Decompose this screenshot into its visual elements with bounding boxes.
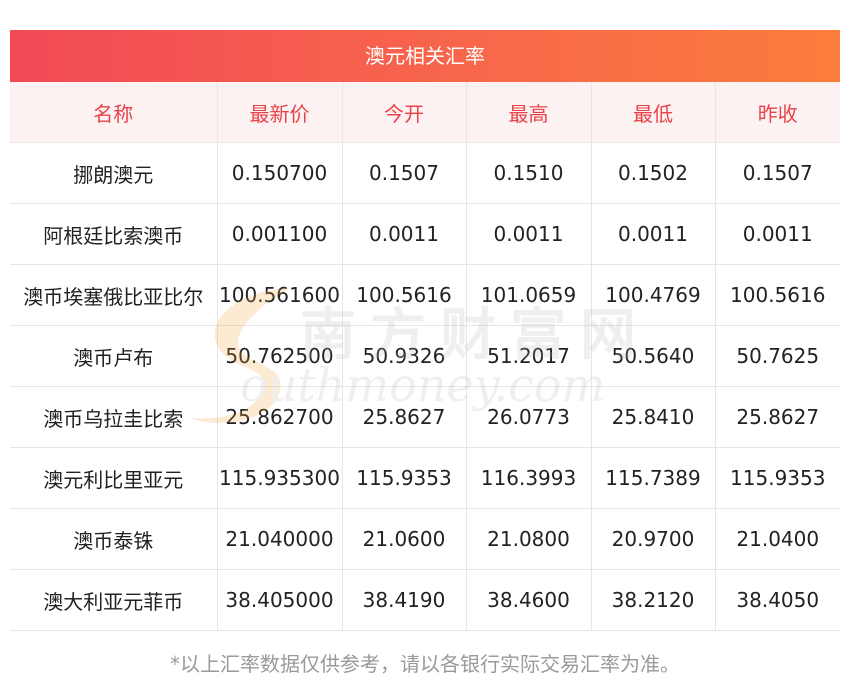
prev-close-value: 50.7625 [715, 325, 840, 387]
prev-close-value: 0.1507 [715, 142, 840, 204]
prev-close-value: 115.9353 [715, 447, 840, 509]
open-value: 38.4190 [342, 569, 467, 631]
table-header-row: 名称 最新价 今开 最高 最低 昨收 [10, 82, 840, 143]
low-value: 25.8410 [591, 386, 716, 448]
currency-pair-name: 澳币乌拉圭比索 [10, 386, 218, 448]
latest-value: 100.561600 [217, 264, 343, 326]
high-value: 26.0773 [466, 386, 592, 448]
open-value: 0.1507 [342, 142, 467, 204]
table-row: 澳币埃塞俄比亚比尔 100.561600 100.5616 101.0659 1… [10, 264, 840, 326]
low-value: 0.0011 [591, 203, 716, 265]
prev-close-value: 100.5616 [715, 264, 840, 326]
open-value: 25.8627 [342, 386, 467, 448]
table-row: 澳币泰铢 21.040000 21.0600 21.0800 20.9700 2… [10, 508, 840, 570]
low-value: 115.7389 [591, 447, 716, 509]
latest-value: 21.040000 [217, 508, 343, 570]
prev-close-value: 0.0011 [715, 203, 840, 265]
low-value: 100.4769 [591, 264, 716, 326]
table-row: 阿根廷比索澳币 0.001100 0.0011 0.0011 0.0011 0.… [10, 203, 840, 265]
high-value: 51.2017 [466, 325, 592, 387]
table-row: 挪朗澳元 0.150700 0.1507 0.1510 0.1502 0.150… [10, 142, 840, 204]
column-header-open: 今开 [342, 82, 467, 143]
rate-table-container: 澳元相关汇率 名称 最新价 今开 最高 最低 昨收 挪朗澳元 0.150700 [10, 30, 840, 631]
latest-value: 25.862700 [217, 386, 343, 448]
column-header-latest: 最新价 [217, 82, 343, 143]
latest-value: 38.405000 [217, 569, 343, 631]
prev-close-value: 38.4050 [715, 569, 840, 631]
high-value: 0.0011 [466, 203, 592, 265]
currency-pair-name: 澳大利亚元菲币 [10, 569, 218, 631]
exchange-rate-table: 名称 最新价 今开 最高 最低 昨收 挪朗澳元 0.150700 0.1507 … [10, 82, 840, 631]
open-value: 0.0011 [342, 203, 467, 265]
latest-value: 0.150700 [217, 142, 343, 204]
low-value: 50.5640 [591, 325, 716, 387]
low-value: 38.2120 [591, 569, 716, 631]
column-header-prev-close: 昨收 [715, 82, 840, 143]
latest-value: 50.762500 [217, 325, 343, 387]
high-value: 0.1510 [466, 142, 592, 204]
currency-pair-name: 澳币泰铢 [10, 508, 218, 570]
disclaimer-footnote: *以上汇率数据仅供参考，请以各银行实际交易汇率为准。 [170, 652, 680, 676]
low-value: 20.9700 [591, 508, 716, 570]
table-row: 澳币乌拉圭比索 25.862700 25.8627 26.0773 25.841… [10, 386, 840, 448]
open-value: 50.9326 [342, 325, 467, 387]
table-row: 澳元利比里亚元 115.935300 115.9353 116.3993 115… [10, 447, 840, 509]
prev-close-value: 25.8627 [715, 386, 840, 448]
currency-pair-name: 澳元利比里亚元 [10, 447, 218, 509]
latest-value: 115.935300 [217, 447, 343, 509]
low-value: 0.1502 [591, 142, 716, 204]
open-value: 21.0600 [342, 508, 467, 570]
column-header-name: 名称 [10, 82, 218, 143]
open-value: 115.9353 [342, 447, 467, 509]
open-value: 100.5616 [342, 264, 467, 326]
currency-pair-name: 阿根廷比索澳币 [10, 203, 218, 265]
table-row: 澳币卢布 50.762500 50.9326 51.2017 50.5640 5… [10, 325, 840, 387]
currency-pair-name: 挪朗澳元 [10, 142, 218, 204]
prev-close-value: 21.0400 [715, 508, 840, 570]
table-row: 澳大利亚元菲币 38.405000 38.4190 38.4600 38.212… [10, 569, 840, 631]
high-value: 38.4600 [466, 569, 592, 631]
latest-value: 0.001100 [217, 203, 343, 265]
table-title: 澳元相关汇率 [10, 30, 840, 82]
currency-pair-name: 澳币埃塞俄比亚比尔 [10, 264, 218, 326]
high-value: 101.0659 [466, 264, 592, 326]
high-value: 116.3993 [466, 447, 592, 509]
currency-pair-name: 澳币卢布 [10, 325, 218, 387]
column-header-high: 最高 [466, 82, 592, 143]
high-value: 21.0800 [466, 508, 592, 570]
column-header-low: 最低 [591, 82, 716, 143]
